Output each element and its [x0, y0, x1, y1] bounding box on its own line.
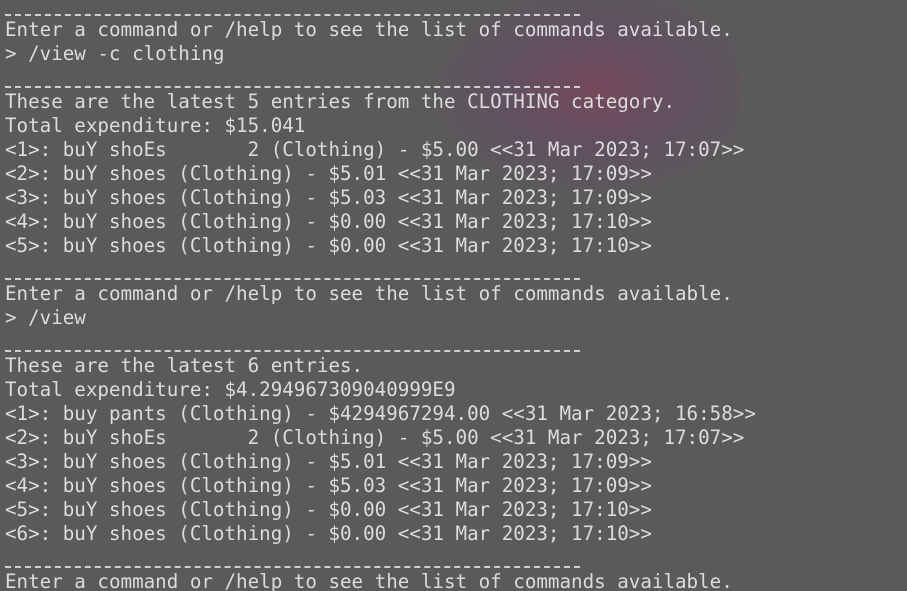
- separator-line: [5, 330, 905, 354]
- separator-line: [5, 258, 905, 282]
- total-expenditure: Total expenditure: $4.294967309040999E9: [5, 378, 456, 401]
- entry-line: <2>: buY shoEs 2 (Clothing) - $5.00 <<31…: [5, 426, 745, 449]
- terminal-output[interactable]: Enter a command or /help to see the list…: [5, 0, 905, 591]
- separator-line: [5, 0, 905, 18]
- entry-line: <4>: buY shoes (Clothing) - $0.00 <<31 M…: [5, 210, 652, 233]
- entry-line: <6>: buY shoes (Clothing) - $0.00 <<31 M…: [5, 522, 652, 545]
- command-input-line: > /view -c clothing: [5, 42, 225, 65]
- entry-line: <5>: buY shoes (Clothing) - $0.00 <<31 M…: [5, 498, 652, 521]
- prompt-message: Enter a command or /help to see the list…: [5, 18, 733, 41]
- entry-line: <1>: buY shoEs 2 (Clothing) - $5.00 <<31…: [5, 138, 745, 161]
- prompt-message: Enter a command or /help to see the list…: [5, 570, 733, 591]
- entry-line: <2>: buY shoes (Clothing) - $5.01 <<31 M…: [5, 162, 652, 185]
- entry-line: <3>: buY shoes (Clothing) - $5.01 <<31 M…: [5, 450, 652, 473]
- entry-line: <3>: buY shoes (Clothing) - $5.03 <<31 M…: [5, 186, 652, 209]
- command-input-line: > /view: [5, 306, 86, 329]
- total-expenditure: Total expenditure: $15.041: [5, 114, 306, 137]
- separator-line: [5, 66, 905, 90]
- entry-line: <4>: buY shoes (Clothing) - $5.03 <<31 M…: [5, 474, 652, 497]
- entry-line: <1>: buy pants (Clothing) - $4294967294.…: [5, 402, 756, 425]
- separator-line: [5, 546, 905, 570]
- entry-line: <5>: buY shoes (Clothing) - $0.00 <<31 M…: [5, 234, 652, 257]
- results-header: These are the latest 5 entries from the …: [5, 90, 676, 113]
- prompt-message: Enter a command or /help to see the list…: [5, 282, 733, 305]
- results-header: These are the latest 6 entries.: [5, 354, 364, 377]
